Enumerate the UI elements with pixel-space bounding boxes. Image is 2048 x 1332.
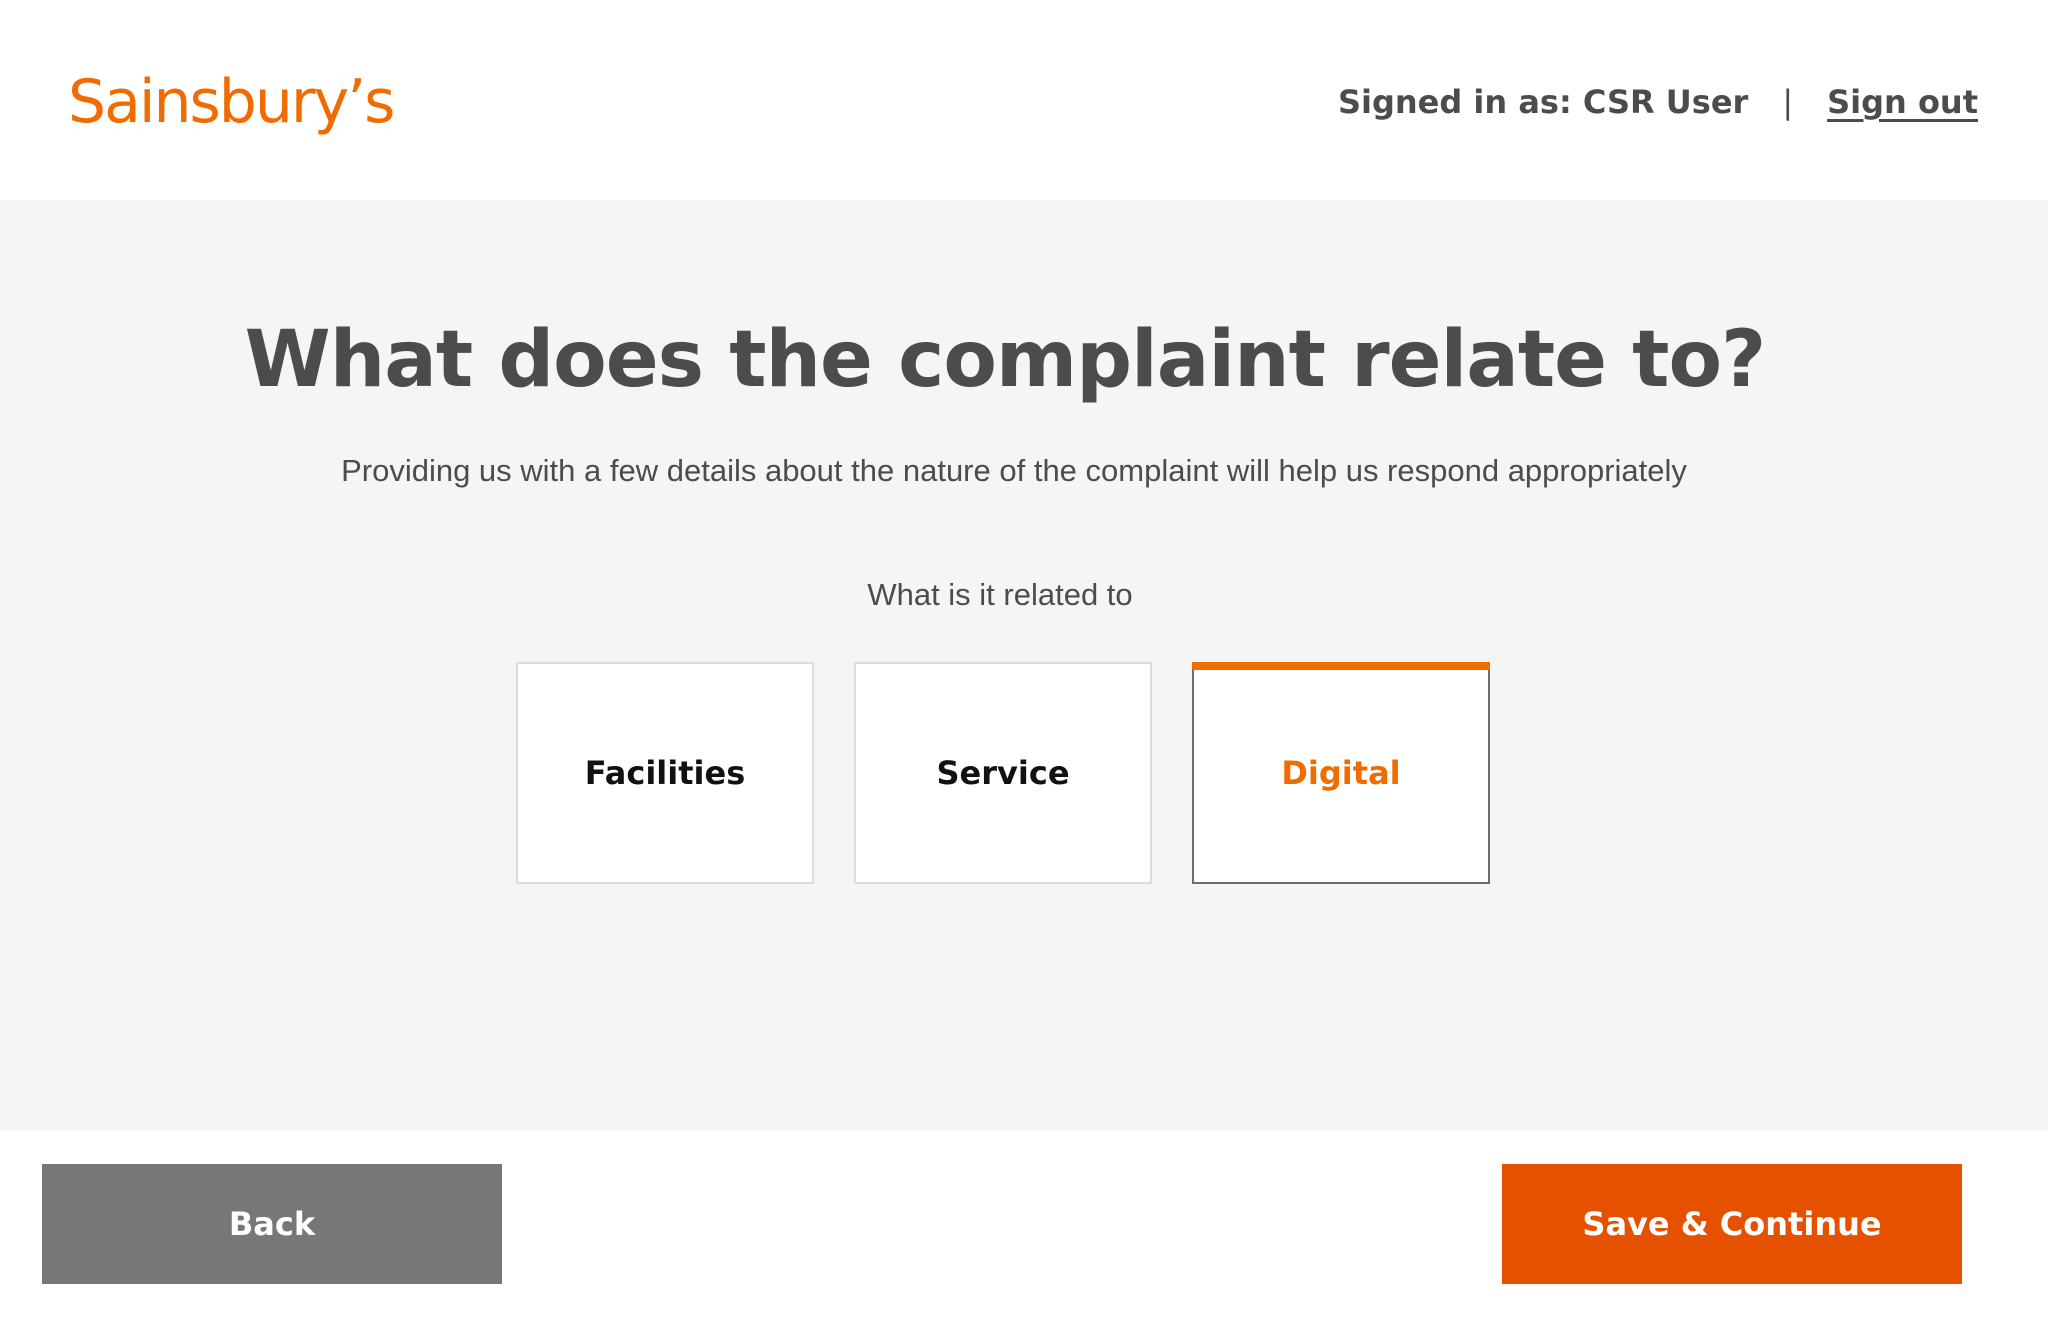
question-label: What is it related to: [867, 577, 1133, 612]
sign-out-link[interactable]: Sign out: [1827, 78, 1978, 126]
options-group: Facilities Service Digital: [516, 662, 1490, 884]
header: Sainsbury’s Signed in as: CSR User | Sig…: [0, 0, 2048, 200]
signed-in-label: Signed in as: CSR User: [1337, 83, 1749, 121]
footer: Back Save & Continue: [0, 1130, 2048, 1332]
sainsburys-logo[interactable]: Sainsbury’s: [68, 62, 395, 142]
main-content: What does the complaint relate to? Provi…: [0, 200, 2048, 1130]
option-service[interactable]: Service: [854, 662, 1152, 884]
option-digital[interactable]: Digital: [1192, 662, 1490, 884]
separator: |: [1782, 83, 1794, 121]
page-title: What does the complaint relate to?: [244, 315, 1767, 405]
save-continue-button[interactable]: Save & Continue: [1502, 1164, 1962, 1284]
page-subtitle: Providing us with a few details about th…: [341, 453, 1687, 488]
user-area: Signed in as: CSR User | Sign out: [1338, 78, 1978, 126]
option-facilities[interactable]: Facilities: [516, 662, 814, 884]
back-button[interactable]: Back: [42, 1164, 502, 1284]
